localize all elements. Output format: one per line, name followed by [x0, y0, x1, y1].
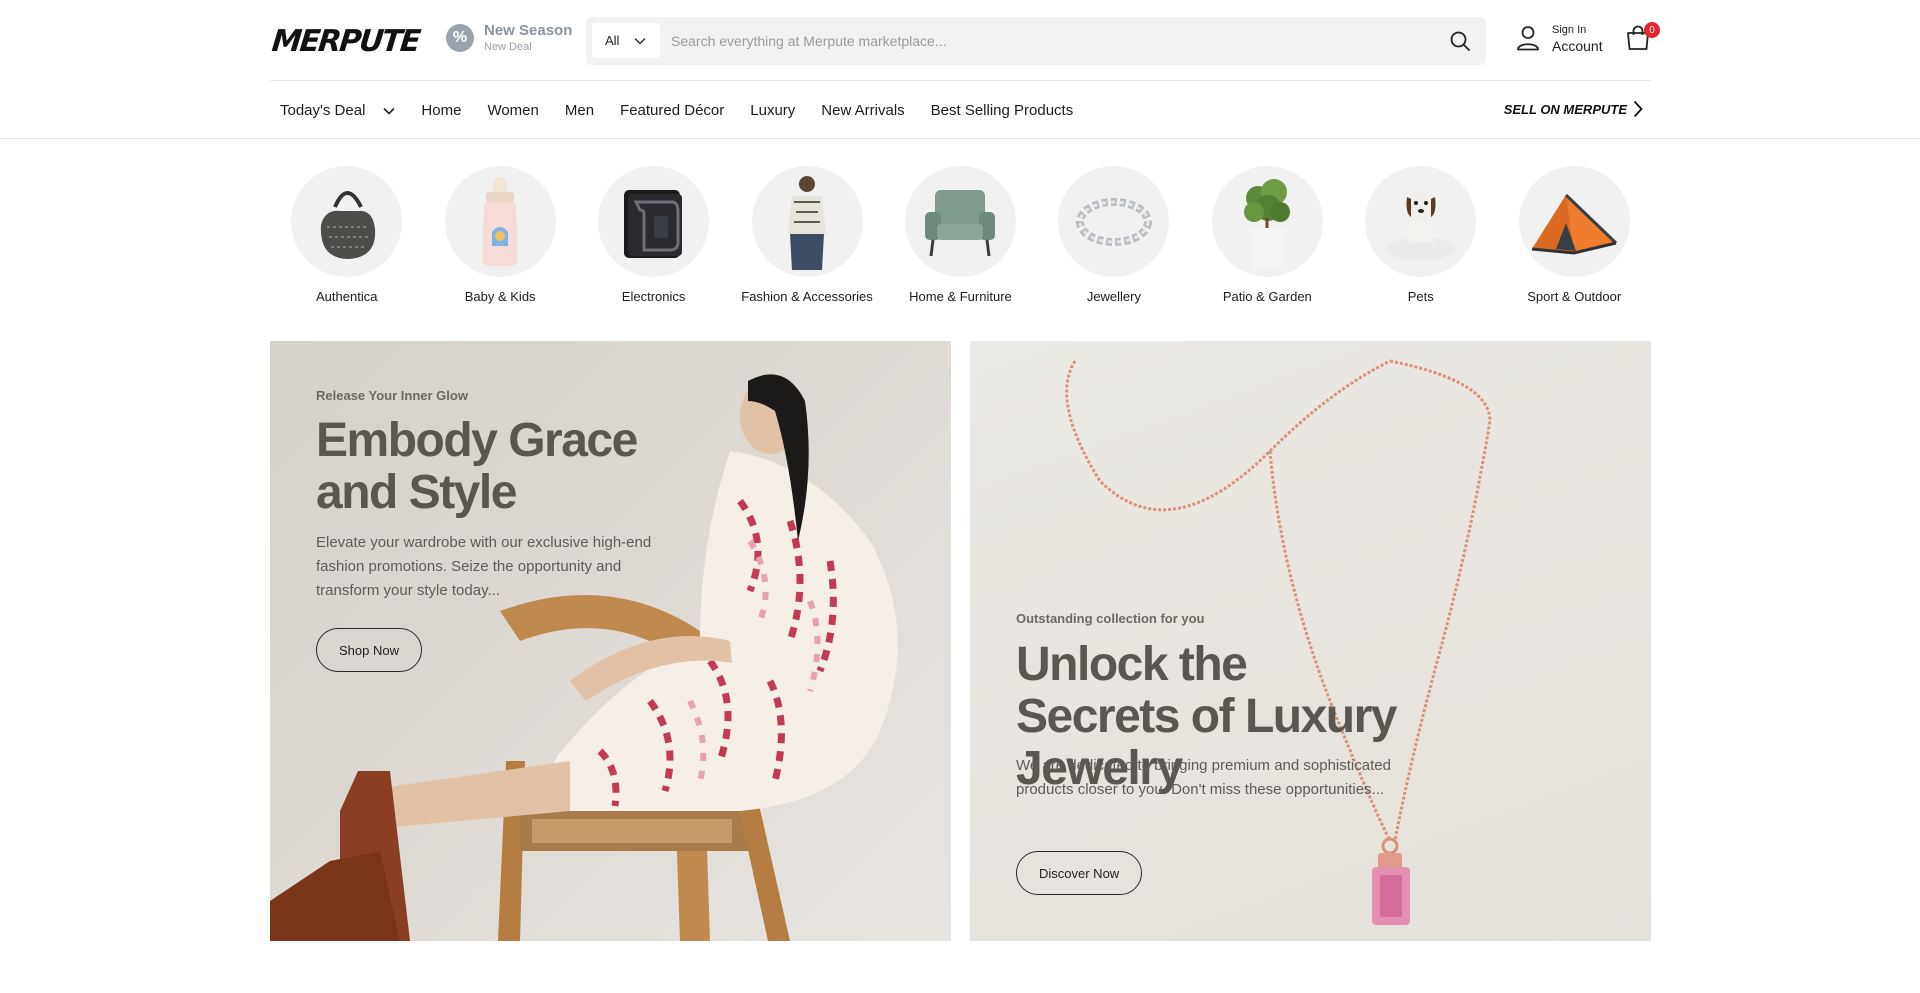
baby-bottle-icon [482, 176, 519, 266]
category-baby-kids[interactable]: Baby & Kids [423, 166, 576, 311]
search-button[interactable] [1446, 27, 1474, 55]
category-strip: Authentica Baby & Kids Electronics Fashi… [270, 166, 1651, 311]
jewelry-hero-banner[interactable]: Outstanding collection for you Unlock th… [970, 341, 1651, 941]
sell-label: SELL ON MERPUTE [1503, 101, 1627, 117]
dog-icon [1386, 188, 1455, 261]
category-label: Sport & Outdoor [1527, 289, 1622, 304]
category-image [1518, 166, 1630, 277]
category-label: Jewellery [1086, 289, 1141, 304]
category-image [1058, 166, 1170, 277]
nav-label: Today's Deal [280, 102, 366, 119]
category-authentica[interactable]: Authentica [270, 166, 423, 311]
main-nav: Today's Deal Home Women Men Featured Déc… [270, 82, 1651, 139]
nav-best-selling[interactable]: Best Selling Products [931, 102, 1074, 119]
cart-button[interactable]: 0 [1624, 22, 1660, 54]
nav-luxury[interactable]: Luxury [750, 102, 795, 119]
search-category-select[interactable]: All [592, 23, 660, 58]
category-pets[interactable]: Pets [1344, 166, 1497, 311]
new-season-promo[interactable]: % New Season New Deal [446, 22, 572, 54]
chain-bracelet-icon [1075, 197, 1152, 246]
fashion-hero-banner[interactable]: Release Your Inner Glow Embody Grace and… [270, 341, 951, 941]
discount-badge-icon: % [446, 24, 474, 52]
chevron-down-icon [383, 107, 395, 115]
discover-now-button[interactable]: Discover Now [1016, 851, 1143, 895]
blouse-icon [788, 175, 827, 270]
search-input[interactable] [671, 23, 1411, 58]
category-image [1211, 166, 1323, 277]
banner-kicker: Release Your Inner Glow [316, 388, 468, 403]
category-jewellery[interactable]: Jewellery [1037, 166, 1190, 311]
category-image [751, 166, 863, 277]
shop-now-button[interactable]: Shop Now [316, 628, 422, 672]
category-label: Pets [1407, 289, 1434, 304]
nav-todays-deal[interactable]: Today's Deal [280, 102, 395, 119]
category-label: Electronics [621, 289, 686, 304]
nav-divider [0, 138, 1920, 139]
category-electronics[interactable]: Electronics [577, 166, 730, 311]
category-label: Baby & Kids [464, 289, 536, 304]
category-image [291, 166, 403, 277]
tent-icon [1532, 193, 1618, 255]
category-patio-garden[interactable]: Patio & Garden [1191, 166, 1344, 311]
category-label: Patio & Garden [1222, 289, 1312, 304]
banner-kicker: Outstanding collection for you [1016, 611, 1205, 626]
category-label: Fashion & Accessories [741, 289, 873, 304]
banner-description: Elevate your wardrobe with our exclusive… [316, 534, 652, 599]
banner-description: We are dedicated to bringing premium and… [1016, 757, 1391, 798]
chevron-right-icon [1633, 100, 1643, 118]
search-bar: All [586, 17, 1486, 65]
banner-title: Embody Grace and Style [316, 414, 638, 519]
user-icon [1517, 26, 1539, 51]
promo-subtitle: New Deal [484, 41, 532, 53]
search-category-value: All [605, 33, 620, 48]
category-image [444, 166, 556, 277]
sell-on-merpute-link[interactable]: SELL ON MERPUTE [1504, 100, 1643, 118]
merpute-logo[interactable]: MERPUTE [270, 24, 420, 59]
cart-count-badge: 0 [1644, 22, 1660, 38]
nav-new-arrivals[interactable]: New Arrivals [821, 102, 904, 119]
account-link[interactable]: Sign In Account [1516, 22, 1603, 54]
nav-home[interactable]: Home [421, 102, 461, 119]
category-image [598, 166, 710, 277]
top-header: MERPUTE % New Season New Deal All Sign I… [270, 0, 1660, 81]
sign-in-label: Sign In [1552, 24, 1587, 36]
handbag-icon [320, 190, 375, 259]
logo-text: MERPUTE [270, 23, 421, 59]
armchair-icon [925, 189, 996, 256]
category-home-furniture[interactable]: Home & Furniture [884, 166, 1037, 311]
category-label: Home & Furniture [909, 289, 1012, 304]
category-image [1365, 166, 1477, 277]
chevron-down-icon [634, 37, 646, 45]
category-image [904, 166, 1016, 277]
potted-plant-icon [1244, 178, 1291, 270]
promo-title: New Season [484, 22, 573, 39]
nav-men[interactable]: Men [565, 102, 594, 119]
tablet-icon [623, 189, 682, 258]
category-label: Authentica [316, 289, 378, 304]
account-label: Account [1552, 38, 1603, 54]
nav-featured-decor[interactable]: Featured Décor [620, 102, 724, 119]
nav-women[interactable]: Women [487, 102, 538, 119]
category-fashion-accessories[interactable]: Fashion & Accessories [730, 166, 883, 311]
category-sport-outdoor[interactable]: Sport & Outdoor [1498, 166, 1651, 311]
search-icon [1450, 31, 1470, 51]
